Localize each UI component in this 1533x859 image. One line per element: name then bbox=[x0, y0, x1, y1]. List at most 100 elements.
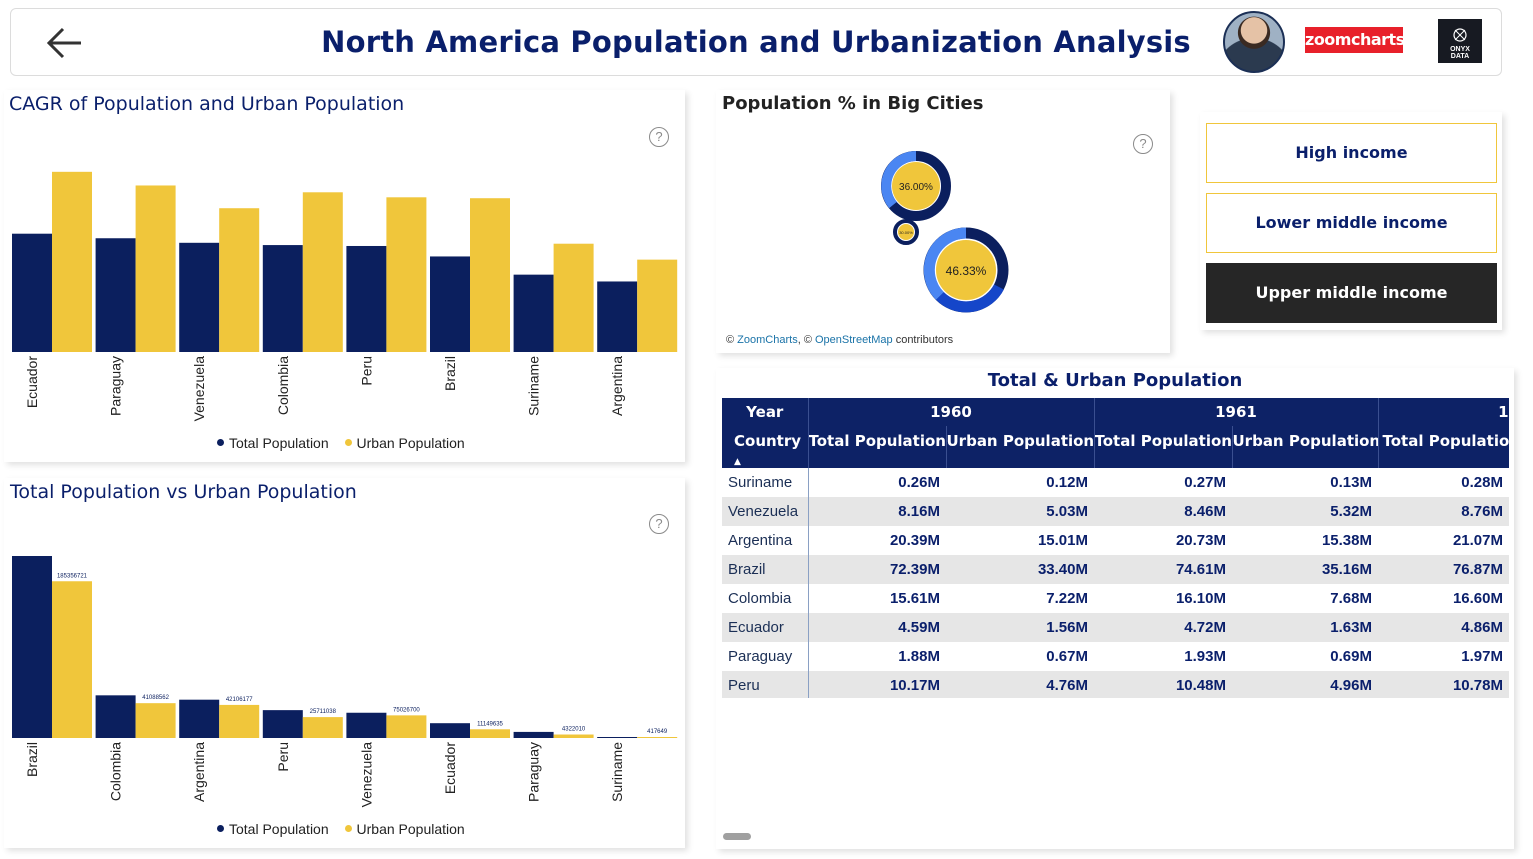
value-cell: 1.97M bbox=[1461, 648, 1503, 665]
bar-urban-argentina[interactable] bbox=[637, 259, 678, 352]
value-cell: 35.16M bbox=[1232, 555, 1378, 584]
x-tick-label: Peru bbox=[275, 742, 291, 772]
slicer-upper-middle-income[interactable]: Upper middle income bbox=[1206, 263, 1497, 323]
cagr-chart-panel: CAGR of Population and Urban Population … bbox=[4, 90, 685, 462]
value-cell: 72.39M bbox=[808, 555, 946, 584]
value-cell: 7.68M bbox=[1330, 590, 1372, 607]
horizontal-scrollbar[interactable] bbox=[723, 833, 751, 840]
donut-30[interactable]: 30.00% bbox=[893, 219, 919, 245]
country-header[interactable]: Country ▲ bbox=[722, 426, 809, 468]
bar-urban-paraguay[interactable] bbox=[553, 734, 594, 738]
map-attribution: © ZoomCharts, © OpenStreetMap contributo… bbox=[726, 334, 953, 346]
donut-36[interactable]: 36.00% bbox=[881, 151, 951, 221]
population-bar-chart: 185356721 Brazil 41088562 Colombia 42106177 A… bbox=[12, 556, 678, 807]
value-cell: 8.16M bbox=[808, 497, 946, 526]
slicer-high-income[interactable]: High income bbox=[1206, 123, 1497, 183]
column-header[interactable]: Total Population bbox=[808, 426, 947, 468]
table-row[interactable]: Ecuador 4.59M 1.56M 4.72M 1.63M 4.86M bbox=[722, 613, 1509, 642]
bar-urban-venezuela[interactable] bbox=[386, 715, 427, 738]
population-table[interactable]: Year 1960 1961 1 Country ▲ Total Populati… bbox=[722, 398, 1509, 698]
bar-total-paraguay[interactable] bbox=[513, 731, 554, 738]
data-label: 11149635 bbox=[477, 721, 503, 727]
bar-total-peru[interactable] bbox=[262, 710, 303, 738]
value-cell: 4.86M bbox=[1378, 613, 1509, 642]
openstreetmap-link[interactable]: OpenStreetMap bbox=[815, 334, 893, 346]
value-cell: 1.93M bbox=[1184, 648, 1226, 665]
bar-total-argentina[interactable] bbox=[597, 281, 638, 352]
zoomcharts-link[interactable]: ZoomCharts bbox=[737, 334, 798, 346]
bar-total-brazil[interactable] bbox=[12, 556, 52, 738]
big-cities-map[interactable]: 36.00% 30.00% 46.33% bbox=[716, 140, 1170, 340]
bar-total-venezuela[interactable] bbox=[179, 242, 220, 352]
bar-urban-brazil[interactable] bbox=[470, 198, 510, 352]
table-row[interactable]: Argentina 20.39M 15.01M 20.73M 15.38M 21.07M bbox=[722, 526, 1509, 555]
data-label: 42106177 bbox=[226, 697, 253, 703]
table-row[interactable]: Suriname 0.26M 0.12M 0.27M 0.13M 0.28M bbox=[722, 468, 1509, 497]
column-header[interactable]: Urban Population bbox=[1232, 426, 1379, 468]
value-cell: 15.61M bbox=[889, 590, 940, 607]
legend-urban-population[interactable]: Urban Population bbox=[344, 435, 465, 451]
onyx-logo-line1: ONYX bbox=[1450, 46, 1470, 53]
legend-total-population[interactable]: Total Population bbox=[217, 821, 329, 837]
table-row[interactable]: Paraguay 1.88M 0.67M 1.93M 0.69M 1.97M bbox=[722, 642, 1509, 671]
value-cell: 8.46M bbox=[1094, 497, 1232, 526]
country-cell: Ecuador bbox=[722, 613, 809, 642]
bar-total-paraguay[interactable] bbox=[95, 238, 136, 352]
bar-total-suriname[interactable] bbox=[597, 737, 638, 738]
year-header: Year bbox=[722, 398, 809, 426]
bar-urban-suriname[interactable] bbox=[553, 243, 594, 352]
data-label: 41088562 bbox=[142, 695, 169, 701]
legend-label: Total Population bbox=[229, 435, 329, 451]
value-cell: 0.13M bbox=[1330, 474, 1372, 491]
bar-urban-argentina[interactable] bbox=[219, 704, 260, 738]
table-row[interactable]: Peru 10.17M 4.76M 10.48M 4.96M 10.78M bbox=[722, 671, 1509, 698]
value-cell: 15.38M bbox=[1321, 532, 1372, 549]
bar-total-venezuela[interactable] bbox=[346, 712, 387, 738]
bar-urban-ecuador[interactable] bbox=[52, 171, 92, 352]
country-header-label: Country bbox=[734, 432, 802, 450]
country-cell: Brazil bbox=[722, 555, 809, 584]
value-cell: 5.03M bbox=[946, 497, 1094, 526]
bar-total-peru[interactable] bbox=[346, 245, 387, 352]
bar-total-colombia[interactable] bbox=[95, 695, 136, 738]
legend-urban-population[interactable]: Urban Population bbox=[344, 821, 465, 837]
value-cell: 4.72M bbox=[1094, 613, 1232, 642]
value-cell: 0.69M bbox=[1330, 648, 1372, 665]
bar-total-brazil[interactable] bbox=[430, 256, 470, 352]
donut-46[interactable]: 46.33% bbox=[923, 227, 1009, 313]
bar-urban-ecuador[interactable] bbox=[470, 729, 510, 738]
slicer-lower-middle-income[interactable]: Lower middle income bbox=[1206, 193, 1497, 253]
cagr-bar-chart: Ecuador Paraguay Venezuela Colombia Peru Braz… bbox=[12, 171, 678, 421]
value-cell: 1.63M bbox=[1232, 613, 1378, 642]
value-cell: 33.40M bbox=[946, 555, 1094, 584]
table-row[interactable]: Venezuela 8.16M 5.03M 8.46M 5.32M 8.76M bbox=[722, 497, 1509, 526]
column-header[interactable]: Urban Population bbox=[946, 426, 1095, 468]
back-arrow-icon[interactable] bbox=[45, 23, 85, 63]
column-header[interactable]: Total Population bbox=[1094, 426, 1233, 468]
table-row[interactable]: Colombia 15.61M 7.22M 16.10M 7.68M 16.60M bbox=[722, 584, 1509, 613]
bar-urban-colombia[interactable] bbox=[302, 192, 343, 352]
bar-urban-colombia[interactable] bbox=[135, 703, 176, 738]
bar-urban-paraguay[interactable] bbox=[135, 185, 176, 352]
x-tick-label: Paraguay bbox=[526, 742, 542, 802]
country-cell: Paraguay bbox=[722, 642, 809, 671]
bar-urban-peru[interactable] bbox=[386, 197, 427, 352]
bar-urban-suriname[interactable] bbox=[637, 737, 678, 738]
bar-total-ecuador[interactable] bbox=[12, 233, 52, 352]
x-tick-label: Peru bbox=[358, 356, 374, 386]
table-row[interactable]: Brazil 72.39M 33.40M 74.61M 35.16M 76.87M bbox=[722, 555, 1509, 584]
bar-total-colombia[interactable] bbox=[262, 245, 303, 352]
country-cell: Argentina bbox=[722, 526, 809, 555]
bar-total-ecuador[interactable] bbox=[430, 723, 470, 738]
attribution-mid: , © bbox=[797, 334, 815, 346]
legend-total-population[interactable]: Total Population bbox=[217, 435, 329, 451]
bar-total-argentina[interactable] bbox=[179, 699, 220, 738]
bar-urban-peru[interactable] bbox=[302, 717, 343, 738]
value-cell: 4.59M bbox=[808, 613, 946, 642]
year-next-header: 1 bbox=[1378, 398, 1509, 426]
donut-label: 36.00% bbox=[899, 182, 933, 193]
bar-urban-brazil[interactable] bbox=[52, 581, 92, 738]
bar-urban-venezuela[interactable] bbox=[219, 208, 260, 352]
bar-total-suriname[interactable] bbox=[513, 274, 554, 352]
column-header[interactable]: Total Population bbox=[1378, 426, 1509, 468]
